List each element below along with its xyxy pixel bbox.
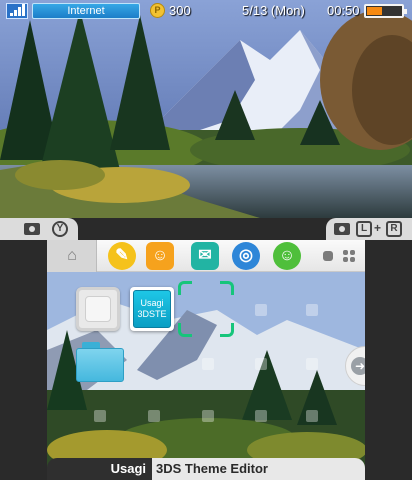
browser-button[interactable]: ◎ <box>232 242 260 270</box>
y-button-icon: Y <box>52 221 68 237</box>
view-toggle-button[interactable] <box>313 244 363 268</box>
usagi-app-tile[interactable]: Usagi 3DSTE <box>130 287 174 331</box>
camera-bar: Y L + R <box>0 218 412 240</box>
r-button-icon: R <box>386 221 402 237</box>
play-coin-icon: P <box>150 3 165 18</box>
usagi-tile-line1: Usagi <box>140 298 164 308</box>
l-button-icon: L <box>356 221 372 237</box>
camera-icon <box>24 223 40 235</box>
title-bar: Usagi 3DS Theme Editor <box>47 458 365 480</box>
empty-slot[interactable] <box>255 358 267 370</box>
empty-slot[interactable] <box>255 410 267 422</box>
home-settings-button[interactable]: ⌂ <box>47 240 97 272</box>
usagi-app-icon: Usagi 3DSTE <box>133 290 171 328</box>
camera-button-left[interactable]: Y <box>0 218 78 240</box>
globe-icon: ◎ <box>239 247 253 264</box>
bottom-screen: ⌂ ✎ ☺ ✉ ◎ ☺ Usagi 3DSTE ➜ Usagi 3DS Them… <box>47 240 365 480</box>
plus-sign: + <box>374 221 382 235</box>
wifi-signal-icon <box>6 3 28 19</box>
top-wallpaper <box>0 0 412 218</box>
battery-icon <box>364 4 407 18</box>
date-display: 5/13 (Mon) <box>242 3 305 18</box>
empty-slot[interactable] <box>202 358 214 370</box>
home-settings-icon: ⌂ <box>67 247 77 264</box>
coin-count: 300 <box>169 3 191 18</box>
top-screen: Internet P 300 5/13 (Mon) 00:50 <box>0 0 412 218</box>
notifications-button[interactable]: ✉ <box>191 242 219 270</box>
chat-bubble-icon: ✉ <box>198 247 212 264</box>
single-view-icon <box>323 251 333 261</box>
time-display: 00:50 <box>327 3 360 18</box>
pencil-icon: ✎ <box>115 247 129 264</box>
pencil-button[interactable]: ✎ <box>108 242 136 270</box>
camera-icon <box>334 223 350 235</box>
title-left-label: Usagi <box>47 458 152 480</box>
title-right-label: 3DS Theme Editor <box>152 458 365 480</box>
miiverse-button[interactable]: ☺ <box>146 242 174 270</box>
folder-icon[interactable] <box>76 342 124 382</box>
connection-label: Internet <box>32 3 140 19</box>
selection-cursor <box>178 281 234 337</box>
empty-app-tile[interactable] <box>76 287 120 331</box>
empty-slot[interactable] <box>306 304 318 316</box>
empty-slot[interactable] <box>306 410 318 422</box>
friends-button[interactable]: ☺ <box>273 242 301 270</box>
empty-slot[interactable] <box>148 410 160 422</box>
app-toolbar: ⌂ ✎ ☺ ✉ ◎ ☺ <box>47 240 365 272</box>
empty-slot[interactable] <box>202 410 214 422</box>
smiley-icon: ☺ <box>151 247 169 264</box>
right-bezel <box>365 240 412 480</box>
usagi-tile-line2: 3DSTE <box>137 309 167 319</box>
status-bar: Internet P 300 5/13 (Mon) 00:50 <box>0 0 412 22</box>
empty-slot[interactable] <box>255 304 267 316</box>
arrow-right-icon: ➜ <box>351 357 365 375</box>
friends-icon: ☺ <box>278 247 296 264</box>
empty-slot[interactable] <box>94 410 106 422</box>
empty-slot[interactable] <box>306 358 318 370</box>
left-bezel <box>0 240 47 480</box>
camera-button-right[interactable]: L + R <box>326 218 412 240</box>
